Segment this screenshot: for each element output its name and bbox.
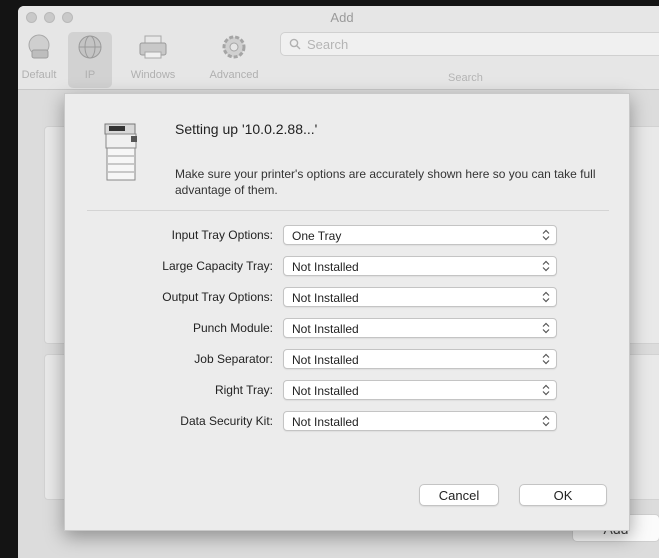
toolbar-windows-label: Windows xyxy=(130,69,176,81)
updown-chevron-icon xyxy=(542,322,550,334)
gear-icon xyxy=(222,35,246,59)
punch-module-select[interactable]: Not Installed xyxy=(283,318,557,338)
title-bar: Add xyxy=(18,6,659,30)
copier-printer-icon xyxy=(104,123,137,181)
sheet-description: Make sure your printer's options are acc… xyxy=(175,167,596,197)
search-placeholder: Search xyxy=(307,37,349,52)
cancel-button[interactable]: Cancel xyxy=(419,484,499,506)
option-value: Not Installed xyxy=(292,322,359,336)
option-value: Not Installed xyxy=(292,384,359,398)
toolbar-ip-label: IP xyxy=(84,69,96,81)
default-printer-icon xyxy=(28,34,50,59)
toolbar-advanced[interactable]: Advanced xyxy=(198,32,270,81)
option-label: Output Tray Options: xyxy=(162,290,273,304)
option-row-punch-module: Punch Module: Not Installed xyxy=(65,318,631,338)
search-icon xyxy=(289,38,301,50)
search-field[interactable]: Search xyxy=(280,32,659,56)
option-row-large-capacity-tray: Large Capacity Tray: Not Installed xyxy=(65,256,631,276)
updown-chevron-icon xyxy=(542,415,550,427)
option-value: Not Installed xyxy=(292,291,359,305)
option-label: Job Separator: xyxy=(194,352,273,366)
job-separator-select[interactable]: Not Installed xyxy=(283,349,557,369)
ok-button[interactable]: OK xyxy=(519,484,607,506)
option-label: Input Tray Options: xyxy=(171,228,273,242)
option-row-output-tray: Output Tray Options: Not Installed xyxy=(65,287,631,307)
output-tray-select[interactable]: Not Installed xyxy=(283,287,557,307)
toolbar-windows[interactable]: Windows xyxy=(122,32,184,81)
option-label: Punch Module: xyxy=(192,321,273,335)
globe-icon xyxy=(78,35,102,59)
option-value: Not Installed xyxy=(292,260,359,274)
divider xyxy=(87,210,609,211)
toolbar-default[interactable]: Default xyxy=(18,32,64,81)
option-row-right-tray: Right Tray: Not Installed xyxy=(65,380,631,400)
large-capacity-tray-select[interactable]: Not Installed xyxy=(283,256,557,276)
option-row-data-security-kit: Data Security Kit: Not Installed xyxy=(65,411,631,431)
updown-chevron-icon xyxy=(542,384,550,396)
toolbar-ip[interactable]: IP xyxy=(68,32,112,88)
option-value: One Tray xyxy=(292,229,342,243)
updown-chevron-icon xyxy=(542,353,550,365)
option-label: Large Capacity Tray: xyxy=(162,259,273,273)
option-row-input-tray: Input Tray Options: One Tray xyxy=(65,225,631,245)
search-caption: Search xyxy=(448,72,483,84)
windows-printer-icon xyxy=(139,35,167,59)
option-value: Not Installed xyxy=(292,415,359,429)
updown-chevron-icon xyxy=(542,291,550,303)
toolbar-advanced-label: Advanced xyxy=(209,69,259,81)
data-security-kit-select[interactable]: Not Installed xyxy=(283,411,557,431)
input-tray-select[interactable]: One Tray xyxy=(283,225,557,245)
option-row-job-separator: Job Separator: Not Installed xyxy=(65,349,631,369)
option-label: Right Tray: xyxy=(214,383,273,397)
toolbar: Default IP Windows Advanced Search Searc… xyxy=(18,30,659,90)
sheet-heading: Setting up '10.0.2.88...' xyxy=(175,121,318,137)
printer-options-sheet: Setting up '10.0.2.88...' Make sure your… xyxy=(64,93,630,531)
option-value: Not Installed xyxy=(292,353,359,367)
toolbar-default-label: Default xyxy=(21,69,57,81)
updown-chevron-icon xyxy=(542,260,550,272)
right-tray-select[interactable]: Not Installed xyxy=(283,380,557,400)
option-label: Data Security Kit: xyxy=(180,414,273,428)
window-title: Add xyxy=(330,10,354,25)
updown-chevron-icon xyxy=(542,229,550,241)
